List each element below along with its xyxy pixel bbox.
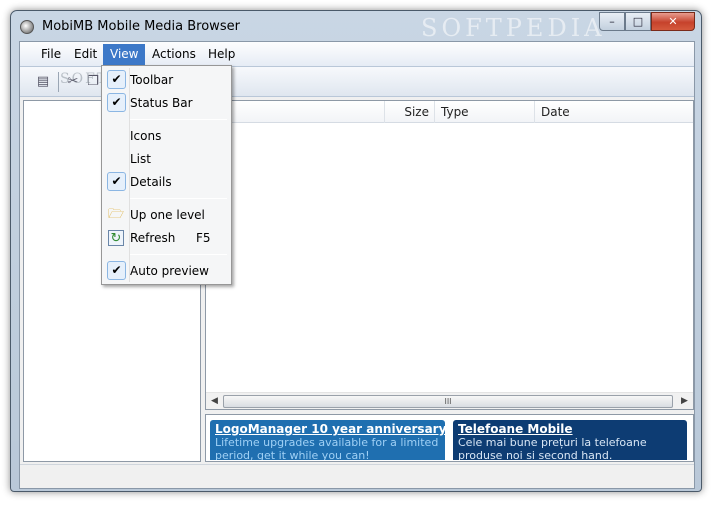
menu-separator <box>130 119 227 120</box>
close-button[interactable]: ✕ <box>651 12 695 31</box>
ad-text: Lifetime upgrades available for a limite… <box>215 436 439 460</box>
column-type[interactable]: Type <box>435 101 535 123</box>
horizontal-scrollbar[interactable]: ◀ III ▶ <box>206 392 693 409</box>
window-title: MobiMB Mobile Media Browser <box>42 19 240 34</box>
menu-item-icons[interactable]: Icons <box>104 125 229 147</box>
menu-item-label: Status Bar <box>130 96 193 110</box>
check-icon: ✔ <box>107 261 126 280</box>
menu-separator <box>130 254 227 255</box>
ad-telefoane[interactable]: Telefoane Mobile Cele mai bune prețuri l… <box>453 420 687 460</box>
check-icon: ✔ <box>107 172 126 191</box>
refresh-icon: ↻ <box>108 230 124 246</box>
softpedia-watermark: SOFTPEDIA <box>421 14 606 42</box>
menu-item-list[interactable]: List <box>104 148 229 170</box>
menu-item-details[interactable]: ✔ Details <box>104 171 229 193</box>
menu-separator <box>130 198 227 199</box>
maximize-button[interactable]: □ <box>625 12 651 31</box>
folder-up-icon: 🗁 <box>108 207 125 222</box>
menu-actions[interactable]: Actions <box>150 47 198 61</box>
title-bar: MobiMB Mobile Media Browser SOFTPEDIA – … <box>11 11 701 42</box>
column-size[interactable]: Size <box>385 101 435 123</box>
file-list-pane[interactable]: e Size Type Date ◀ III ▶ <box>205 100 694 410</box>
check-icon: ✔ <box>107 93 126 112</box>
caption-buttons: – □ ✕ <box>599 12 695 31</box>
menu-item-label: Up one level <box>130 208 205 222</box>
menu-item-label: Icons <box>130 129 162 143</box>
column-date[interactable]: Date <box>535 101 693 123</box>
menu-item-refresh[interactable]: ↻ Refresh F5 <box>104 227 229 249</box>
scroll-left-icon[interactable]: ◀ <box>206 393 223 410</box>
ad-text: Cele mai bune prețuri la telefoane produ… <box>458 436 647 460</box>
scroll-thumb[interactable]: III <box>223 395 673 408</box>
app-icon[interactable] <box>20 20 34 34</box>
menu-item-label: Refresh <box>130 231 176 245</box>
properties-icon[interactable]: ▤ <box>34 73 52 91</box>
menu-help[interactable]: Help <box>206 47 237 61</box>
ad-logomanager[interactable]: LogoManager 10 year anniversary Lifetime… <box>210 420 445 460</box>
menu-item-shortcut: F5 <box>196 231 211 245</box>
menu-item-label: Toolbar <box>130 73 174 87</box>
menu-item-status-bar[interactable]: ✔ Status Bar <box>104 92 229 114</box>
minimize-button[interactable]: – <box>599 12 625 31</box>
menu-item-toolbar[interactable]: ✔ Toolbar <box>104 69 229 91</box>
ad-title[interactable]: Telefoane Mobile <box>458 422 682 436</box>
menu-item-label: Auto preview <box>130 264 209 278</box>
toolbar-separator <box>58 72 59 92</box>
ad-title[interactable]: LogoManager 10 year anniversary <box>215 422 445 436</box>
menu-view[interactable]: View <box>103 44 146 66</box>
menu-file[interactable]: File <box>39 47 63 61</box>
menu-bar: File Edit View Actions Help <box>20 42 694 67</box>
column-name[interactable]: e <box>206 101 385 123</box>
menu-item-auto-preview[interactable]: ✔ Auto preview <box>104 260 229 282</box>
view-menu-dropdown: ✔ Toolbar ✔ Status Bar Icons List ✔ Deta… <box>101 65 232 285</box>
menu-item-up-one-level[interactable]: 🗁 Up one level <box>104 204 229 226</box>
column-header: e Size Type Date <box>206 101 693 123</box>
menu-edit[interactable]: Edit <box>72 47 99 61</box>
menu-item-label: Details <box>130 175 172 189</box>
ads-pane: LogoManager 10 year anniversary Lifetime… <box>205 414 694 462</box>
status-bar <box>20 464 694 488</box>
scroll-right-icon[interactable]: ▶ <box>676 393 693 410</box>
check-icon: ✔ <box>107 70 126 89</box>
menu-item-label: List <box>130 152 151 166</box>
